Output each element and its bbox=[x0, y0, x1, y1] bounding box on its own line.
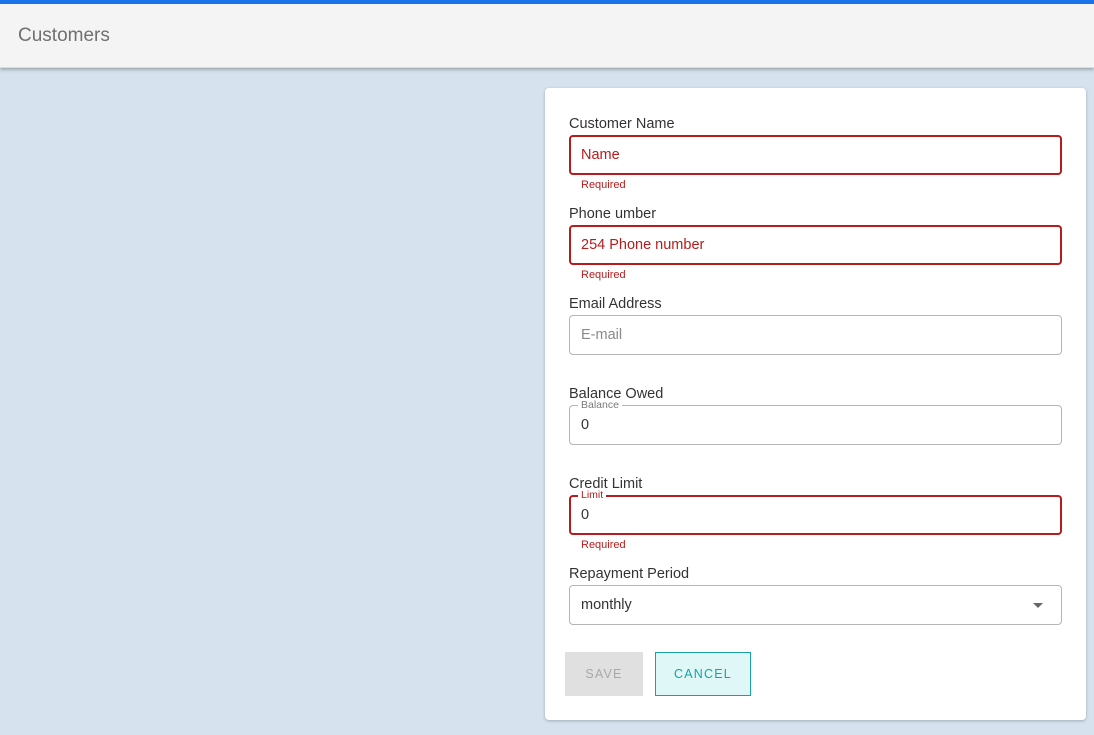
phone-number-label: Phone umber bbox=[569, 206, 657, 222]
save-button[interactable]: SAVE bbox=[565, 652, 643, 696]
customer-name-box bbox=[569, 135, 1062, 175]
customer-name-input[interactable] bbox=[581, 137, 1021, 173]
page-title: Customers bbox=[18, 24, 110, 46]
email-box bbox=[569, 315, 1062, 355]
repayment-period-label: Repayment Period bbox=[569, 566, 690, 582]
balance-input[interactable] bbox=[581, 406, 1021, 444]
app-bar: Customers bbox=[0, 4, 1094, 68]
credit-limit-box: Limit bbox=[569, 488, 1062, 535]
phone-number-box bbox=[569, 225, 1062, 265]
balance-owed-box: Balance bbox=[569, 398, 1062, 445]
credit-limit-input[interactable] bbox=[581, 497, 1021, 533]
customer-form: Customer Name Required Phone umber Requi… bbox=[545, 88, 1086, 720]
phone-number-error: Required bbox=[581, 269, 626, 281]
email-label: Email Address bbox=[569, 296, 662, 312]
caret-down-icon bbox=[1033, 603, 1043, 608]
customer-name-error: Required bbox=[581, 179, 626, 191]
customer-name-label: Customer Name bbox=[569, 116, 675, 132]
repayment-period-value: monthly bbox=[581, 597, 632, 613]
credit-limit-error: Required bbox=[581, 539, 626, 551]
email-input[interactable] bbox=[581, 316, 1021, 354]
cancel-button[interactable]: CANCEL bbox=[655, 652, 751, 696]
repayment-period-select[interactable]: monthly bbox=[569, 585, 1062, 625]
phone-number-input[interactable] bbox=[581, 227, 1021, 263]
